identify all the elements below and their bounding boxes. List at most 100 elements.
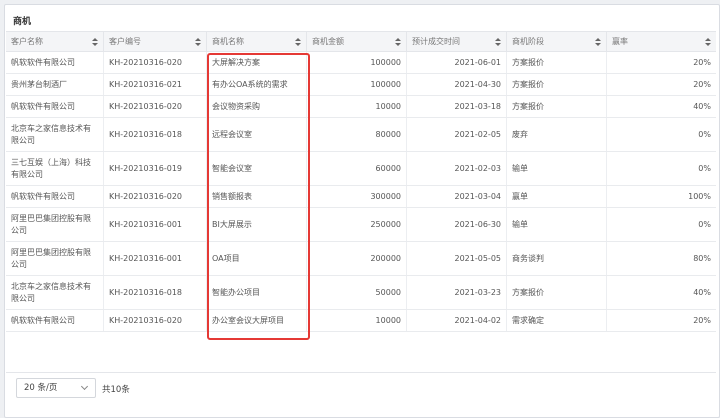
cell-rate: 0% (698, 163, 711, 173)
column-label: 客户名称 (11, 37, 43, 46)
cell-stage: 方案报价 (507, 276, 607, 309)
sort-icon[interactable] (595, 38, 601, 47)
cell-name: 大屏解决方案 (207, 52, 307, 73)
column-header-rate[interactable]: 赢率 (607, 32, 716, 52)
table-row[interactable]: 帆软软件有限公司 KH-20210316-020 销售额报表 300000 20… (6, 186, 716, 208)
column-header-amount[interactable]: 商机金额 (307, 32, 407, 52)
table-row[interactable]: 北京车之家信息技术有限公司 KH-20210316-018 智能办公项目 500… (6, 276, 716, 310)
table-row[interactable]: 阿里巴巴集团控股有限公司 KH-20210316-001 BI大屏展示 2500… (6, 208, 716, 242)
table-row[interactable]: 帆软软件有限公司 KH-20210316-020 会议物资采购 10000 20… (6, 96, 716, 118)
cell-stage: 方案报价 (507, 74, 607, 95)
cell-customer: 帆软软件有限公司 (6, 96, 104, 117)
cell-code: KH-20210316-020 (104, 186, 207, 207)
cell-customer: 阿里巴巴集团控股有限公司 (6, 208, 104, 241)
column-header-name[interactable]: 商机名称 (207, 32, 307, 52)
table-row[interactable]: 三七互娱（上海）科技有限公司 KH-20210316-019 智能会议室 600… (6, 152, 716, 186)
sort-icon[interactable] (705, 38, 711, 47)
total-count: 共10条 (102, 385, 130, 395)
cell-date: 2021-02-05 (407, 118, 507, 151)
cell-code: KH-20210316-020 (104, 52, 207, 73)
page-size-select[interactable]: 20 条/页 (16, 378, 96, 398)
column-label: 预计成交时间 (412, 37, 460, 46)
cell-customer: 贵州茅台制酒厂 (6, 74, 104, 95)
cell-customer: 帆软软件有限公司 (6, 52, 104, 73)
cell-rate: 100% (688, 191, 711, 201)
cell-code: KH-20210316-018 (104, 276, 207, 309)
table-row[interactable]: 贵州茅台制酒厂 KH-20210316-021 有办公OA系统的需求 10000… (6, 74, 716, 96)
cell-amount: 100000 (307, 52, 407, 73)
cell-amount: 200000 (307, 242, 407, 275)
cell-name: 销售额报表 (207, 186, 307, 207)
cell-rate: 0% (698, 219, 711, 229)
cell-amount: 250000 (307, 208, 407, 241)
column-label: 商机阶段 (512, 37, 544, 46)
cell-stage: 废弃 (507, 118, 607, 151)
cell-amount: 300000 (307, 186, 407, 207)
sort-icon[interactable] (195, 38, 201, 47)
cell-stage: 赢单 (507, 186, 607, 207)
column-header-code[interactable]: 客户编号 (104, 32, 207, 52)
sort-icon[interactable] (295, 38, 301, 47)
chevron-down-icon (80, 382, 89, 391)
column-header-customer[interactable]: 客户名称 (6, 32, 104, 52)
cell-name: 会议物资采购 (207, 96, 307, 117)
cell-name: 有办公OA系统的需求 (207, 74, 307, 95)
cell-customer: 帆软软件有限公司 (6, 186, 104, 207)
cell-amount: 10000 (307, 96, 407, 117)
cell-amount: 50000 (307, 276, 407, 309)
cell-date: 2021-02-03 (407, 152, 507, 185)
card-title: 商机 (13, 17, 32, 27)
column-label: 赢率 (612, 37, 628, 46)
cell-amount: 60000 (307, 152, 407, 185)
cell-rate: 20% (693, 57, 711, 67)
column-header-stage[interactable]: 商机阶段 (507, 32, 607, 52)
cell-name: BI大屏展示 (207, 208, 307, 241)
cell-rate: 20% (693, 79, 711, 89)
column-label: 商机金额 (312, 37, 344, 46)
cell-rate: 80% (693, 253, 711, 263)
table-row[interactable]: 阿里巴巴集团控股有限公司 KH-20210316-001 OA项目 200000… (6, 242, 716, 276)
cell-stage: 方案报价 (507, 96, 607, 117)
cell-rate: 20% (693, 315, 711, 325)
cell-amount: 100000 (307, 74, 407, 95)
page-size-value: 20 条/页 (24, 383, 58, 393)
cell-stage: 输单 (507, 208, 607, 241)
cell-name: 办公室会议大屏项目 (207, 310, 307, 331)
cell-code: KH-20210316-020 (104, 96, 207, 117)
cell-rate: 40% (693, 101, 711, 111)
column-label: 商机名称 (212, 37, 244, 46)
cell-date: 2021-03-18 (407, 96, 507, 117)
cell-stage: 商务谈判 (507, 242, 607, 275)
cell-customer: 帆软软件有限公司 (6, 310, 104, 331)
cell-amount: 10000 (307, 310, 407, 331)
table-row[interactable]: 帆软软件有限公司 KH-20210316-020 大屏解决方案 100000 2… (6, 52, 716, 74)
cell-stage: 需求确定 (507, 310, 607, 331)
table-row[interactable]: 北京车之家信息技术有限公司 KH-20210316-018 远程会议室 8000… (6, 118, 716, 152)
cell-rate: 0% (698, 129, 711, 139)
column-label: 客户编号 (109, 37, 141, 46)
cell-code: KH-20210316-019 (104, 152, 207, 185)
cell-date: 2021-04-02 (407, 310, 507, 331)
sort-icon[interactable] (395, 38, 401, 47)
cell-code: KH-20210316-001 (104, 208, 207, 241)
sort-icon[interactable] (495, 38, 501, 47)
cell-name: 远程会议室 (207, 118, 307, 151)
column-header-date[interactable]: 预计成交时间 (407, 32, 507, 52)
cell-customer: 三七互娱（上海）科技有限公司 (6, 152, 104, 185)
cell-customer: 北京车之家信息技术有限公司 (6, 118, 104, 151)
cell-date: 2021-03-04 (407, 186, 507, 207)
sort-icon[interactable] (92, 38, 98, 47)
cell-name: OA项目 (207, 242, 307, 275)
cell-stage: 方案报价 (507, 52, 607, 73)
cell-date: 2021-04-30 (407, 74, 507, 95)
cell-date: 2021-06-01 (407, 52, 507, 73)
cell-name: 智能会议室 (207, 152, 307, 185)
cell-date: 2021-03-23 (407, 276, 507, 309)
cell-customer: 阿里巴巴集团控股有限公司 (6, 242, 104, 275)
table-row[interactable]: 帆软软件有限公司 KH-20210316-020 办公室会议大屏项目 10000… (6, 310, 716, 332)
footer-divider (6, 372, 716, 373)
cell-amount: 80000 (307, 118, 407, 151)
cell-stage: 输单 (507, 152, 607, 185)
cell-date: 2021-06-30 (407, 208, 507, 241)
table-header: 客户名称 客户编号 商机名称 商机金额 预计成交时间 商机阶段 赢率 (6, 32, 716, 52)
